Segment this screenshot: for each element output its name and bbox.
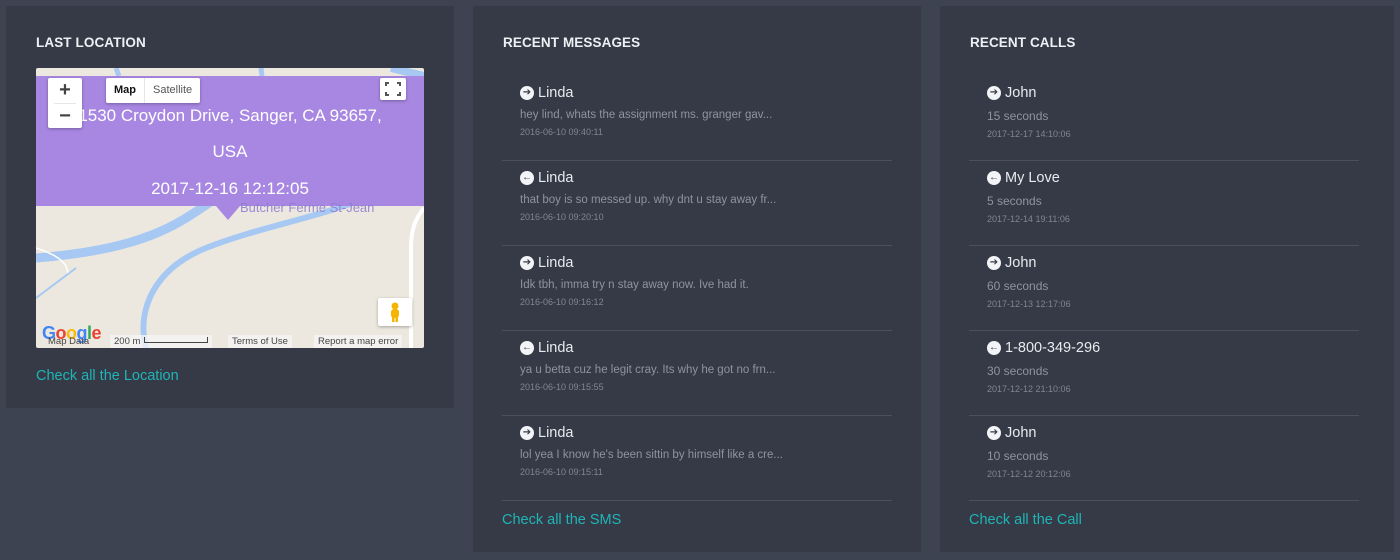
zoom-in-button[interactable]: + [48, 78, 82, 103]
messages-list: ➔ Linda hey lind, whats the assignment m… [502, 76, 892, 501]
message-item[interactable]: ➔ Linda Idk tbh, imma try n stay away no… [502, 246, 892, 331]
map-scale-label: 200 m [114, 336, 141, 347]
terms-of-use-link[interactable]: Terms of Use [228, 335, 292, 348]
call-time: 2017-12-13 12:17:06 [987, 299, 1071, 309]
call-duration: 15 seconds [987, 109, 1049, 123]
message-item[interactable]: ➔ Linda hey lind, whats the assignment m… [502, 76, 892, 161]
message-item[interactable]: ➔ Linda lol yea I know he's been sittin … [502, 416, 892, 501]
call-time: 2017-12-12 21:10:06 [987, 384, 1071, 394]
message-contact: Linda [538, 425, 574, 441]
call-time: 2017-12-14 19:11:06 [987, 214, 1070, 224]
call-duration: 10 seconds [987, 449, 1049, 463]
message-preview: Idk tbh, imma try n stay away now. Ive h… [520, 279, 749, 291]
message-time: 2016-06-10 09:20:10 [520, 212, 604, 222]
message-contact: Linda [538, 170, 574, 186]
message-time: 2016-06-10 09:15:55 [520, 382, 604, 392]
call-duration: 60 seconds [987, 279, 1049, 293]
call-duration: 5 seconds [987, 194, 1042, 208]
map-footer: Google Map Data 200 m Terms of Use Repor… [36, 323, 424, 348]
outgoing-arrow-icon: ➔ [520, 86, 534, 100]
outgoing-arrow-icon: ➔ [987, 426, 1001, 440]
message-contact: Linda [538, 340, 574, 356]
fullscreen-button[interactable] [380, 78, 406, 100]
call-item[interactable]: ← My Love 5 seconds 2017-12-14 19:11:06 [969, 161, 1359, 246]
check-all-location-link[interactable]: Check all the Location [36, 368, 179, 384]
message-contact: Linda [538, 255, 574, 271]
map-data-label[interactable]: Map Data [44, 335, 93, 348]
call-contact: John [1005, 85, 1037, 101]
message-contact: Linda [538, 85, 574, 101]
message-preview: hey lind, whats the assignment ms. grang… [520, 109, 773, 121]
call-time: 2017-12-12 20:12:06 [987, 469, 1071, 479]
map-type-satellite-button[interactable]: Satellite [145, 78, 200, 103]
calls-list: ➔ John 15 seconds 2017-12-17 14:10:06 ← … [969, 76, 1359, 501]
outgoing-arrow-icon: ➔ [987, 256, 1001, 270]
call-item[interactable]: ➔ John 60 seconds 2017-12-13 12:17:06 [969, 246, 1359, 331]
call-contact: John [1005, 255, 1037, 271]
map-view[interactable]: 1530 Croydon Drive, Sanger, CA 93657, US… [36, 68, 424, 348]
last-location-panel: LAST LOCATION 1530 Croydon Drive, Sanger… [6, 6, 454, 408]
scale-bar [144, 337, 209, 343]
zoom-control: + − [48, 78, 82, 128]
info-window-tail [216, 206, 240, 220]
outgoing-arrow-icon: ➔ [520, 426, 534, 440]
zoom-out-button[interactable]: − [48, 104, 82, 129]
incoming-arrow-icon: ← [987, 341, 1001, 355]
location-timestamp: 2017-12-16 12:12:05 [151, 179, 309, 198]
map-type-map-button[interactable]: Map [106, 78, 145, 103]
message-item[interactable]: ← Linda that boy is so messed up. why dn… [502, 161, 892, 246]
location-info-window: 1530 Croydon Drive, Sanger, CA 93657, US… [36, 76, 424, 206]
check-all-calls-link[interactable]: Check all the Call [969, 512, 1082, 528]
call-item[interactable]: ➔ John 10 seconds 2017-12-12 20:12:06 [969, 416, 1359, 501]
outgoing-arrow-icon: ➔ [520, 256, 534, 270]
check-all-sms-link[interactable]: Check all the SMS [502, 512, 621, 528]
recent-calls-panel: RECENT CALLS ➔ John 15 seconds 2017-12-1… [940, 6, 1394, 552]
incoming-arrow-icon: ← [987, 171, 1001, 185]
report-map-error-link[interactable]: Report a map error [314, 335, 403, 348]
call-contact: John [1005, 425, 1037, 441]
incoming-arrow-icon: ← [520, 341, 534, 355]
panel-title: LAST LOCATION [36, 35, 146, 50]
call-duration: 30 seconds [987, 364, 1049, 378]
call-time: 2017-12-17 14:10:06 [987, 129, 1071, 139]
map-place-label: Butcher Ferme St-Jean [240, 200, 375, 215]
map-scale: 200 m [110, 335, 213, 348]
message-time: 2016-06-10 09:15:11 [520, 467, 603, 477]
message-time: 2016-06-10 09:16:12 [520, 297, 604, 307]
call-contact: 1-800-349-296 [1005, 340, 1101, 356]
address-line-2: USA [212, 142, 248, 161]
message-item[interactable]: ← Linda ya u betta cuz he legit cray. It… [502, 331, 892, 416]
message-time: 2016-06-10 09:40:11 [520, 127, 603, 137]
message-preview: that boy is so messed up. why dnt u stay… [520, 194, 777, 206]
call-contact: My Love [1005, 170, 1060, 186]
address-line-1: 1530 Croydon Drive, Sanger, CA 93657, [78, 106, 382, 125]
panel-title: RECENT CALLS [970, 35, 1076, 50]
map-type-control: Map Satellite [106, 78, 201, 103]
call-item[interactable]: ← 1-800-349-296 30 seconds 2017-12-12 21… [969, 331, 1359, 416]
message-preview: ya u betta cuz he legit cray. Its why he… [520, 364, 776, 376]
pegman-icon [391, 302, 399, 322]
panel-title: RECENT MESSAGES [503, 35, 641, 50]
fullscreen-icon [385, 82, 401, 96]
street-view-pegman-button[interactable] [378, 298, 412, 326]
message-preview: lol yea I know he's been sittin by himse… [520, 449, 783, 461]
recent-messages-panel: RECENT MESSAGES ➔ Linda hey lind, whats … [473, 6, 921, 552]
call-item[interactable]: ➔ John 15 seconds 2017-12-17 14:10:06 [969, 76, 1359, 161]
incoming-arrow-icon: ← [520, 171, 534, 185]
outgoing-arrow-icon: ➔ [987, 86, 1001, 100]
